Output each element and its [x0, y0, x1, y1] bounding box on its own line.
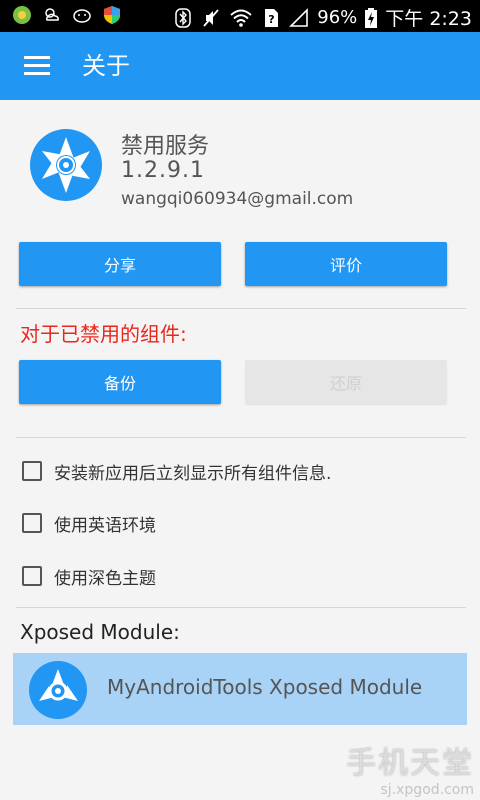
page-title: 关于	[82, 52, 130, 80]
app-logo-icon	[30, 129, 102, 201]
checkbox[interactable]	[22, 461, 42, 481]
app-notification-icon	[13, 6, 31, 24]
status-bar: ? 96% 下午 2:23	[0, 0, 480, 32]
app-bar: 关于	[0, 32, 480, 100]
battery-percent: 96%	[317, 6, 358, 28]
setting-label: 安装新应用后立刻显示所有组件信息.	[54, 463, 332, 484]
divider	[16, 437, 466, 438]
xposed-module-icon	[29, 661, 87, 719]
setting-label: 使用英语环境	[54, 515, 156, 536]
menu-icon[interactable]	[24, 56, 50, 76]
cat-notification-icon	[73, 9, 91, 23]
share-button[interactable]: 分享	[19, 242, 221, 286]
xposed-module-item[interactable]: MyAndroidTools Xposed Module	[13, 653, 467, 725]
divider	[16, 308, 466, 309]
setting-dark-theme[interactable]: 使用深色主题	[22, 561, 156, 591]
watermark-url: sj.xpgod.com	[380, 782, 475, 798]
setting-show-components-on-install[interactable]: 安装新应用后立刻显示所有组件信息.	[22, 456, 331, 486]
xposed-heading: Xposed Module:	[20, 620, 180, 644]
developer-email[interactable]: wangqi060934@gmail.com	[121, 189, 353, 209]
signal-icon	[289, 7, 309, 27]
disabled-components-heading: 对于已禁用的组件:	[20, 322, 187, 346]
xposed-module-name: MyAndroidTools Xposed Module	[107, 675, 423, 699]
shield-icon	[104, 6, 120, 24]
wifi-icon	[230, 9, 252, 27]
mute-icon	[203, 8, 219, 27]
watermark-site-name: 手机天堂	[346, 746, 474, 781]
sim-unknown-icon: ?	[265, 8, 279, 27]
restore-button: 还原	[245, 360, 447, 404]
divider	[16, 607, 466, 608]
app-name: 禁用服务	[121, 134, 210, 159]
watermark: 手机天堂 sj.xpgod.com	[346, 738, 474, 798]
checkbox[interactable]	[22, 513, 42, 533]
battery-charging-icon	[365, 7, 378, 28]
svg-text:?: ?	[269, 13, 275, 26]
setting-label: 使用深色主题	[54, 568, 156, 589]
bluetooth-icon	[175, 7, 192, 28]
setting-use-english[interactable]: 使用英语环境	[22, 508, 156, 538]
backup-button[interactable]: 备份	[19, 360, 221, 404]
app-version: 1.2.9.1	[121, 158, 205, 183]
rate-button[interactable]: 评价	[245, 242, 447, 286]
weather-icon	[45, 8, 59, 21]
clock: 下午 2:23	[385, 8, 472, 30]
checkbox[interactable]	[22, 566, 42, 586]
